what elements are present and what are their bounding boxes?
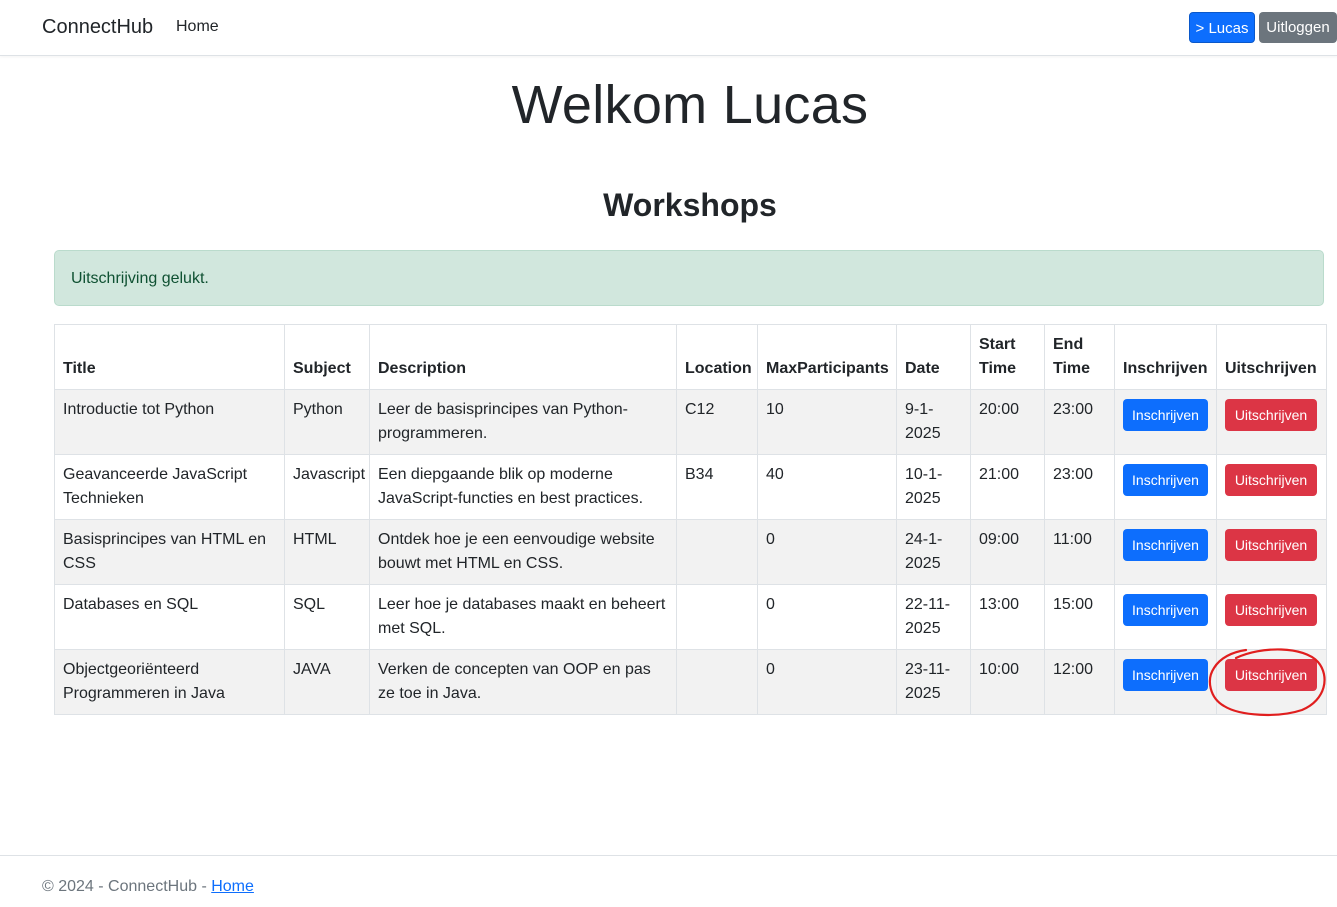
- cell-subscribe: Inschrijven: [1114, 584, 1217, 650]
- column-header-start-time: Start Time: [970, 324, 1045, 390]
- cell-unsubscribe: Uitschrijven: [1216, 389, 1327, 455]
- cell-start-time: 21:00: [970, 454, 1045, 520]
- table-row: Introductie tot Python Python Leer de basi…: [54, 389, 1327, 455]
- table-body: Introductie tot Python Python Leer de basi…: [54, 389, 1327, 715]
- cell-end-time: 23:00: [1044, 454, 1115, 520]
- cell-location: [676, 519, 758, 585]
- table-row: Geavanceerde JavaScript Technieken Javasc…: [54, 454, 1327, 520]
- column-header-end-time: End Time: [1044, 324, 1115, 390]
- cell-description: Leer de basisprincipes van Python-progra…: [369, 389, 677, 455]
- cell-date: 24-1-2025: [896, 519, 971, 585]
- cell-subject: Javascript: [284, 454, 370, 520]
- brand-link[interactable]: ConnectHub: [42, 16, 153, 39]
- column-header-max-participants: MaxParticipants: [757, 324, 897, 390]
- cell-max-participants: 0: [757, 519, 897, 585]
- cell-start-time: 13:00: [970, 584, 1045, 650]
- cell-subject: HTML: [284, 519, 370, 585]
- cell-description: Leer hoe je databases maakt en beheert m…: [369, 584, 677, 650]
- cell-subject: JAVA: [284, 649, 370, 715]
- logout-button[interactable]: Uitloggen: [1259, 12, 1337, 43]
- subscribe-button[interactable]: Inschrijven: [1123, 399, 1208, 431]
- cell-end-time: 11:00: [1044, 519, 1115, 585]
- cell-description: Een diepgaande blik op moderne JavaScrip…: [369, 454, 677, 520]
- cell-unsubscribe: Uitschrijven: [1216, 649, 1327, 715]
- unsubscribe-button[interactable]: Uitschrijven: [1225, 659, 1317, 691]
- cell-location: [676, 584, 758, 650]
- cell-description: Ontdek hoe je een eenvoudige website bou…: [369, 519, 677, 585]
- column-header-subscribe: Inschrijven: [1114, 324, 1217, 390]
- cell-title: Databases en SQL: [54, 584, 285, 650]
- cell-location: B34: [676, 454, 758, 520]
- cell-end-time: 23:00: [1044, 389, 1115, 455]
- cell-subscribe: Inschrijven: [1114, 649, 1217, 715]
- footer-home-link[interactable]: Home: [211, 878, 254, 895]
- cell-subject: Python: [284, 389, 370, 455]
- cell-location: [676, 649, 758, 715]
- subscribe-button[interactable]: Inschrijven: [1123, 464, 1208, 496]
- footer: © 2024 - ConnectHub - Home: [0, 855, 1337, 907]
- user-profile-button[interactable]: > Lucas: [1189, 12, 1255, 43]
- column-header-location: Location: [676, 324, 758, 390]
- cell-end-time: 15:00: [1044, 584, 1115, 650]
- cell-unsubscribe: Uitschrijven: [1216, 584, 1327, 650]
- nav-home-link[interactable]: Home: [176, 18, 219, 36]
- subscribe-button[interactable]: Inschrijven: [1123, 594, 1208, 626]
- column-header-subject: Subject: [284, 324, 370, 390]
- cell-start-time: 09:00: [970, 519, 1045, 585]
- cell-date: 9-1-2025: [896, 389, 971, 455]
- column-header-unsubscribe: Uitschrijven: [1216, 324, 1327, 390]
- column-header-description: Description: [369, 324, 677, 390]
- footer-text: © 2024 - ConnectHub - Home: [42, 878, 254, 896]
- welcome-heading: Welkom Lucas: [511, 75, 869, 135]
- cell-start-time: 10:00: [970, 649, 1045, 715]
- cell-end-time: 12:00: [1044, 649, 1115, 715]
- table-row: Objectgeoriënteerd Programmeren in Java J…: [54, 649, 1327, 715]
- cell-max-participants: 0: [757, 584, 897, 650]
- unsubscribe-button[interactable]: Uitschrijven: [1225, 594, 1317, 626]
- cell-unsubscribe: Uitschrijven: [1216, 519, 1327, 585]
- success-alert: Uitschrijving gelukt.: [54, 250, 1324, 306]
- cell-date: 10-1-2025: [896, 454, 971, 520]
- unsubscribe-button[interactable]: Uitschrijven: [1225, 399, 1317, 431]
- unsubscribe-button[interactable]: Uitschrijven: [1225, 464, 1317, 496]
- cell-subscribe: Inschrijven: [1114, 389, 1217, 455]
- cell-start-time: 20:00: [970, 389, 1045, 455]
- table-header-row: Title Subject Description Location MaxPa…: [54, 324, 1327, 390]
- unsubscribe-button[interactable]: Uitschrijven: [1225, 529, 1317, 561]
- table-row: Databases en SQL SQL Leer hoe je databases…: [54, 584, 1327, 650]
- cell-title: Objectgeoriënteerd Programmeren in Java: [54, 649, 285, 715]
- workshops-heading: Workshops: [603, 187, 777, 223]
- table-row: Basisprincipes van HTML en CSS HTML Ontdek…: [54, 519, 1327, 585]
- cell-subscribe: Inschrijven: [1114, 454, 1217, 520]
- cell-unsubscribe: Uitschrijven: [1216, 454, 1327, 520]
- cell-title: Geavanceerde JavaScript Technieken: [54, 454, 285, 520]
- cell-subscribe: Inschrijven: [1114, 519, 1217, 585]
- cell-date: 22-11-2025: [896, 584, 971, 650]
- cell-max-participants: 10: [757, 389, 897, 455]
- cell-date: 23-11-2025: [896, 649, 971, 715]
- workshops-table: Title Subject Description Location MaxPa…: [54, 324, 1327, 715]
- cell-description: Verken de concepten van OOP en pas ze to…: [369, 649, 677, 715]
- cell-max-participants: 40: [757, 454, 897, 520]
- navbar: ConnectHub Home > Lucas Uitloggen: [0, 0, 1337, 56]
- cell-max-participants: 0: [757, 649, 897, 715]
- cell-title: Introductie tot Python: [54, 389, 285, 455]
- subscribe-button[interactable]: Inschrijven: [1123, 659, 1208, 691]
- cell-subject: SQL: [284, 584, 370, 650]
- column-header-date: Date: [896, 324, 971, 390]
- cell-location: C12: [676, 389, 758, 455]
- alert-message: Uitschrijving gelukt.: [71, 270, 209, 287]
- footer-copyright: © 2024 - ConnectHub -: [42, 878, 212, 895]
- column-header-title: Title: [54, 324, 285, 390]
- cell-title: Basisprincipes van HTML en CSS: [54, 519, 285, 585]
- subscribe-button[interactable]: Inschrijven: [1123, 529, 1208, 561]
